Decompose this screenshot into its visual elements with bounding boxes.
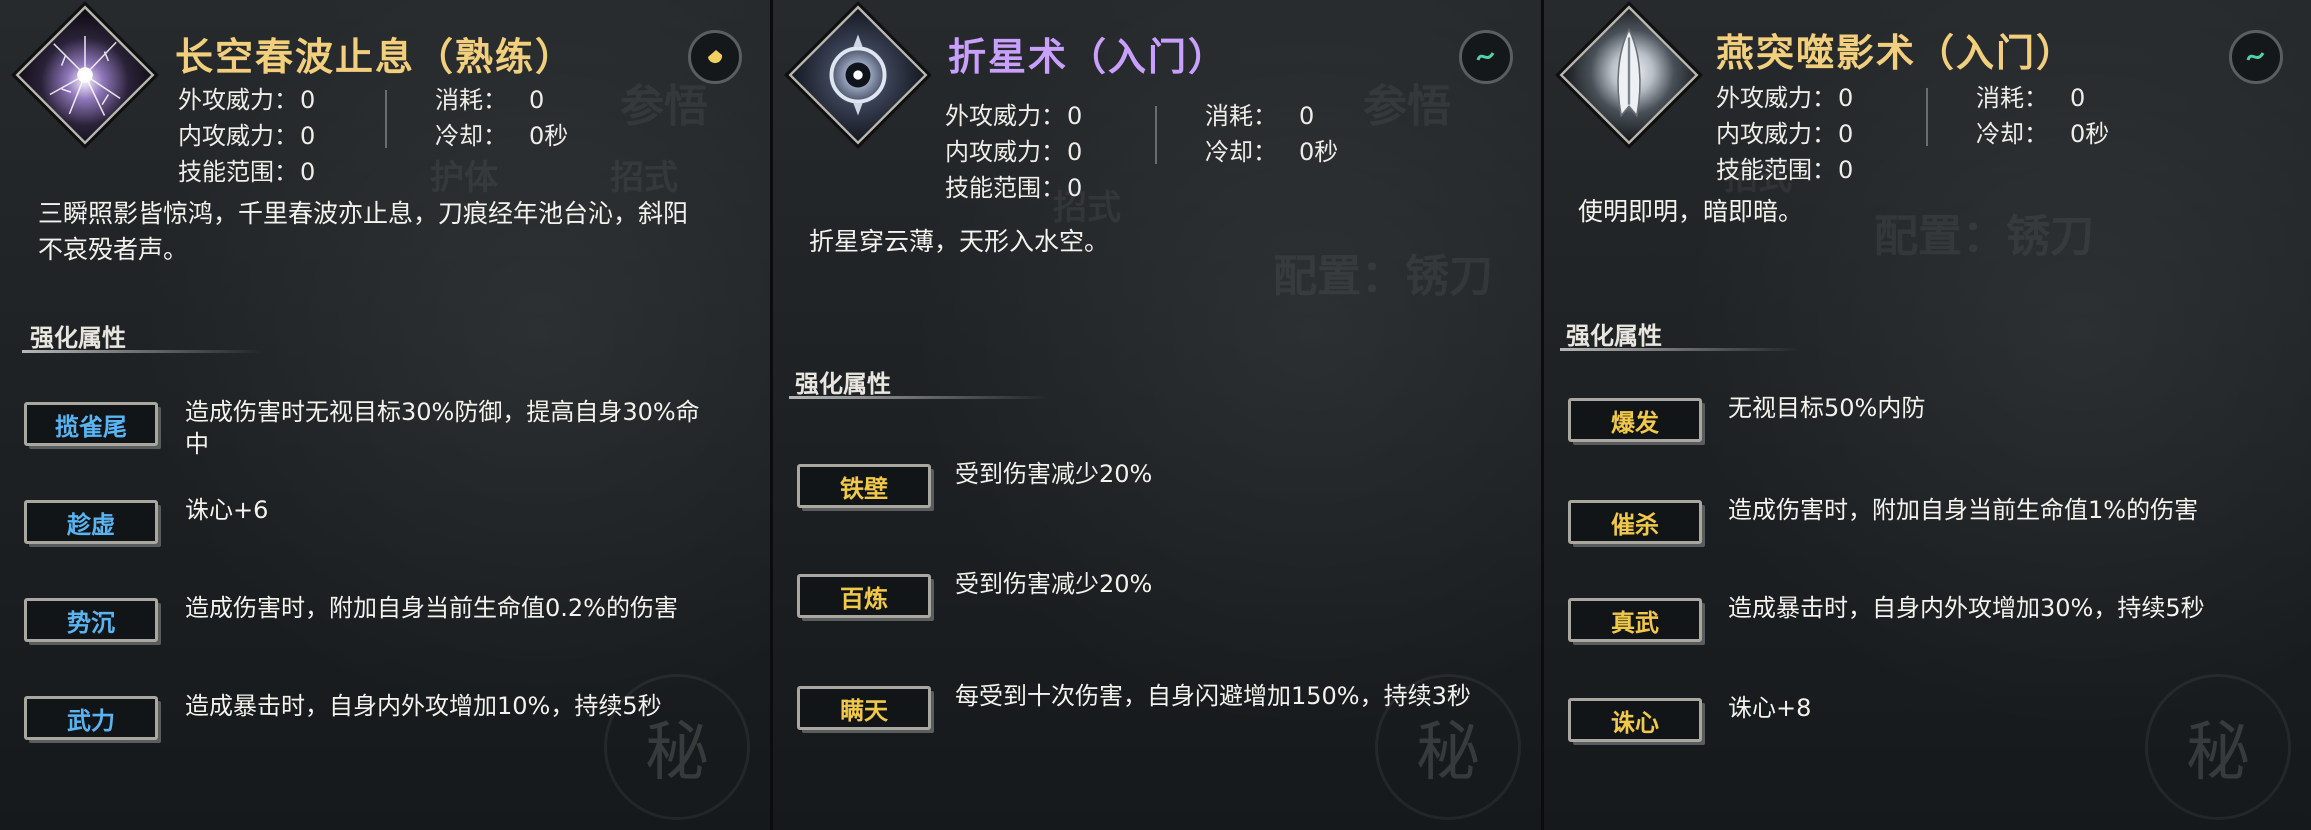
skill-tooltip-panel-2: 参悟 招式 配置：锈刀 秘 折星术（入门） 外攻威力：0 内攻威力：0 技能范围… [773, 0, 1544, 830]
skill-title: 燕突噬影术（入门） [1716, 31, 2077, 75]
attribute-description: 诛心+6 [185, 496, 269, 524]
section-divider [22, 350, 262, 353]
attribute-description: 造成伤害时无视目标30%防御，提高自身30%命 中 [185, 398, 700, 458]
outer-attack-value: 0 [1838, 84, 1854, 112]
enhance-attribute-row: 催杀 造成伤害时，附加自身当前生命值1%的伤害 [1544, 496, 2311, 570]
stats-divider [1155, 106, 1157, 164]
jade-swirl-icon[interactable] [1459, 30, 1513, 84]
cooldown-value: 0秒 [1299, 138, 1339, 166]
skill-title: 折星术（入门） [948, 35, 1229, 79]
gold-coin-icon[interactable] [688, 30, 742, 84]
enhance-attribute-row: 势沉 造成伤害时，附加自身当前生命值0.2%的伤害 [0, 594, 770, 668]
attribute-description: 诛心+8 [1728, 694, 1812, 722]
attribute-tag: 爆发 [1568, 398, 1702, 442]
star-orb-icon [788, 5, 928, 145]
background-text: 配置：锈刀 [1273, 251, 1493, 302]
attribute-tag: 百炼 [797, 574, 931, 618]
enhance-attribute-row: 瞒天 每受到十次伤害，自身闪避增加150%，持续3秒 [773, 680, 1541, 750]
enhance-attribute-row: 真武 造成暴击时，自身内外攻增加30%，持续5秒 [1544, 594, 2311, 668]
attribute-description: 无视目标50%内防 [1728, 394, 1926, 422]
background-text: 招式 [610, 158, 678, 198]
background-text: 配置：锈刀 [1874, 211, 2094, 262]
inner-attack-value: 0 [1067, 138, 1083, 166]
attribute-tag: 势沉 [24, 598, 158, 642]
cooldown-value: 0秒 [529, 122, 569, 150]
stats-right: 消耗： 0 冷却： 0秒 [435, 82, 568, 154]
enhance-attribute-row: 铁壁 受到伤害减少20% [773, 458, 1541, 528]
inner-attack-value: 0 [300, 122, 316, 150]
stats-divider [1926, 88, 1928, 146]
enhance-section-title: 强化属性 [30, 324, 126, 352]
section-divider [789, 396, 1049, 399]
enhance-attribute-row: 爆发 无视目标50%内防 [1544, 394, 2311, 468]
cooldown-value: 0秒 [2070, 120, 2110, 148]
background-text: 参悟 [1363, 81, 1451, 132]
jade-swirl-icon[interactable] [2229, 30, 2283, 84]
skill-range-value: 0 [1067, 174, 1083, 202]
skill-description: 使明即明，暗即暗。 [1578, 197, 1804, 226]
attribute-tag: 催杀 [1568, 500, 1702, 544]
attribute-tag: 武力 [24, 696, 158, 740]
skill-tooltip-panel-1: 参悟 护体 招式 秘 长空春波止息（熟练） 外攻威力：0 内攻威力：0 技能范围… [0, 0, 773, 830]
skill-range-value: 0 [1838, 156, 1854, 184]
cost-value: 0 [2070, 84, 2086, 112]
outer-attack-value: 0 [1067, 102, 1083, 130]
attribute-tag: 趁虚 [24, 500, 158, 544]
skill-tooltip-panel-3: 配置：锈刀 招式 秘 燕突噬影术（入门） 外攻威力：0 内攻威力：0 技能范围：… [1544, 0, 2311, 830]
enhance-attribute-row: 揽雀尾 造成伤害时无视目标30%防御，提高自身30%命 中 [0, 396, 770, 466]
skill-description: 折星穿云薄，天形入水空。 [809, 227, 1110, 256]
outer-attack-value: 0 [300, 86, 316, 114]
attribute-tag: 真武 [1568, 598, 1702, 642]
enhance-attribute-row: 武力 造成暴击时，自身内外攻增加10%，持续5秒 [0, 692, 770, 766]
attribute-description: 每受到十次伤害，自身闪避增加150%，持续3秒 [955, 682, 1471, 710]
attribute-tag: 诛心 [1568, 698, 1702, 742]
lightning-burst-icon [15, 5, 155, 145]
background-text: 参悟 [620, 81, 708, 132]
blade-shadow-icon [1559, 5, 1699, 145]
stats-left: 外攻威力：0 内攻威力：0 技能范围：0 [178, 82, 315, 190]
stats-right: 消耗： 0 冷却： 0秒 [1205, 98, 1338, 170]
attribute-description: 受到伤害减少20% [955, 460, 1153, 488]
skill-description: 三瞬照影皆惊鸿，千里春波亦止息，刀痕经年池台沁，斜阳 不哀殁者声。 [38, 199, 689, 264]
stats-divider [385, 90, 387, 148]
enhance-section-title: 强化属性 [1566, 322, 1662, 350]
attribute-description: 造成伤害时，附加自身当前生命值1%的伤害 [1728, 496, 2199, 524]
enhance-section-title: 强化属性 [795, 370, 891, 398]
attribute-description: 造成伤害时，附加自身当前生命值0.2%的伤害 [185, 594, 678, 622]
cost-value: 0 [529, 86, 545, 114]
enhance-attribute-row: 诛心 诛心+8 [1544, 694, 2311, 768]
inner-attack-value: 0 [1838, 120, 1854, 148]
enhance-attribute-row: 百炼 受到伤害减少20% [773, 568, 1541, 638]
attribute-description: 受到伤害减少20% [955, 570, 1153, 598]
enhance-attribute-row: 趁虚 诛心+6 [0, 496, 770, 570]
attribute-description: 造成暴击时，自身内外攻增加30%，持续5秒 [1728, 594, 2205, 622]
background-text: 护体 [430, 158, 498, 198]
cost-value: 0 [1299, 102, 1315, 130]
skill-range-value: 0 [300, 158, 316, 186]
section-divider [1560, 348, 1800, 351]
attribute-tag: 瞒天 [797, 686, 931, 730]
skill-title: 长空春波止息（熟练） [175, 35, 576, 79]
stats-left: 外攻威力：0 内攻威力：0 技能范围：0 [1716, 80, 1853, 188]
attribute-tag: 铁壁 [797, 464, 931, 508]
stats-right: 消耗： 0 冷却： 0秒 [1976, 80, 2109, 152]
attribute-tag: 揽雀尾 [24, 402, 158, 446]
attribute-description: 造成暴击时，自身内外攻增加10%，持续5秒 [185, 692, 662, 720]
stats-left: 外攻威力：0 内攻威力：0 技能范围：0 [945, 98, 1082, 206]
